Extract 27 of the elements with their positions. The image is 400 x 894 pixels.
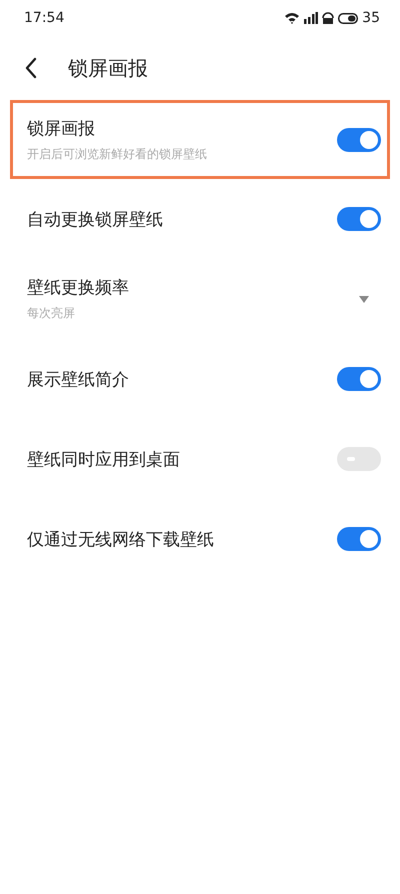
toggle-switch[interactable] (337, 527, 381, 551)
dropdown-caret-icon[interactable] (359, 296, 369, 302)
battery-icon (338, 12, 358, 24)
page-title: 锁屏画报 (68, 54, 148, 82)
toggle-switch[interactable] (337, 447, 381, 471)
setting-label: 自动更换锁屏壁纸 (27, 208, 163, 230)
toggle-switch[interactable] (337, 367, 381, 391)
battery-level: 35 (362, 10, 380, 26)
setting-label: 锁屏画报 (27, 118, 96, 140)
setting-label: 仅通过无线网络下载壁纸 (27, 528, 214, 550)
hd-icon (322, 12, 334, 24)
setting-label: 壁纸更换频率 (27, 277, 129, 299)
status-time: 17:54 (24, 10, 64, 26)
setting-row[interactable]: 仅通过无线网络下载壁纸 (10, 499, 390, 579)
toggle-switch[interactable] (337, 207, 381, 231)
setting-row[interactable]: 展示壁纸简介 (10, 339, 390, 419)
setting-row[interactable]: 壁纸同时应用到桌面 (10, 419, 390, 499)
setting-description: 每次亮屏 (27, 305, 76, 322)
setting-row[interactable]: 自动更换锁屏壁纸 (10, 179, 390, 259)
highlighted-setting-row[interactable]: 锁屏画报 开启后可浏览新鲜好看的锁屏壁纸 (10, 100, 390, 179)
signal-icon (304, 12, 318, 24)
toggle-switch[interactable] (337, 128, 381, 152)
wifi-icon (284, 12, 300, 24)
setting-label: 展示壁纸简介 (27, 368, 129, 390)
setting-description: 开启后可浏览新鲜好看的锁屏壁纸 (27, 146, 207, 162)
setting-label: 壁纸同时应用到桌面 (27, 448, 180, 470)
setting-row[interactable]: 壁纸更换频率 每次亮屏 (10, 259, 390, 339)
